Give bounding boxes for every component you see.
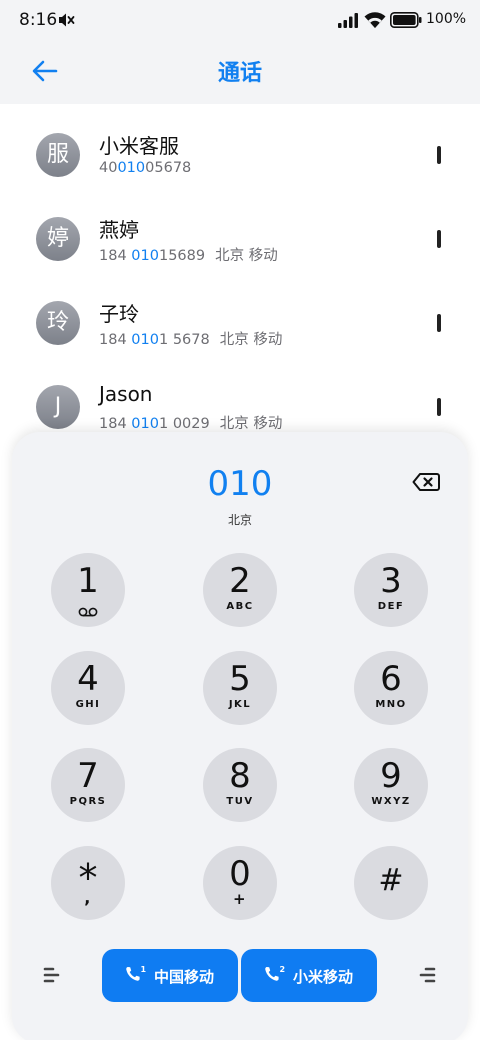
row-scroll-indicator: [437, 146, 441, 164]
contact-name: 小米客服: [99, 134, 179, 158]
mute-icon: [57, 12, 75, 32]
battery-icon: [390, 12, 422, 32]
key-8[interactable]: 8 TUV: [203, 748, 277, 822]
contact-row[interactable]: J Jason 184 0101 0029 北京 移动: [0, 356, 480, 440]
key-5[interactable]: 5 JKL: [203, 651, 277, 725]
key-letters: DEF: [377, 601, 405, 612]
key-letters: JKL: [228, 699, 252, 710]
key-digit: 1: [77, 561, 99, 601]
key-letters: MNO: [375, 699, 407, 710]
dialed-number-location: 北京: [227, 513, 252, 527]
number-suffix: 15689: [158, 248, 206, 264]
avatar: 服: [36, 133, 80, 177]
key-1[interactable]: 1: [51, 553, 125, 627]
dialpad-panel: 010 北京 1 2 ABC 3 DEF 4 GHI 5 JKL 6 MNO 7…: [12, 432, 468, 1040]
key-2[interactable]: 2 ABC: [203, 553, 277, 627]
number-match-highlight: 010: [131, 416, 159, 432]
contact-row[interactable]: 婷 燕婷 184 01015689 北京 移动: [0, 188, 480, 272]
wifi-icon: [364, 11, 386, 33]
contact-number: 184 0101 0029 北京 移动: [99, 412, 282, 433]
contact-name: 燕婷: [99, 218, 139, 242]
dialed-number: 010: [207, 464, 273, 504]
key-letters: PQRS: [69, 796, 107, 807]
key-hash[interactable]: #: [354, 846, 428, 920]
backspace-icon[interactable]: [412, 472, 440, 496]
key-7[interactable]: 7 PQRS: [51, 748, 125, 822]
key-letters: ,: [84, 888, 92, 907]
contact-name: Jason: [99, 382, 153, 406]
avatar: 婷: [36, 217, 80, 261]
key-4[interactable]: 4 GHI: [51, 651, 125, 725]
key-letters: ABC: [226, 601, 254, 612]
header: 通话: [0, 40, 480, 104]
key-digit: 8: [229, 756, 251, 796]
key-letters: TUV: [226, 796, 254, 807]
key-3[interactable]: 3 DEF: [354, 553, 428, 627]
key-digit: 9: [380, 756, 402, 796]
key-digit: 0: [229, 854, 251, 894]
battery-percentage: 100%: [426, 11, 467, 27]
page-title: 通话: [217, 61, 262, 86]
key-star[interactable]: * ,: [51, 846, 125, 920]
key-0[interactable]: 0 +: [203, 846, 277, 920]
number-suffix: 1 5678: [158, 332, 210, 348]
voicemail-icon: [78, 602, 98, 621]
key-letters: GHI: [75, 699, 101, 710]
number-suffix: 05678: [145, 160, 192, 176]
number-prefix: 184: [99, 332, 132, 348]
call-sim1-label: 中国移动: [154, 968, 215, 986]
menu-lines-icon[interactable]: [43, 967, 61, 987]
key-digit: 4: [77, 659, 99, 699]
key-digit: 3: [380, 561, 402, 601]
sim1-number: 1: [141, 965, 147, 974]
row-scroll-indicator: [437, 398, 441, 416]
contact-location: 北京 移动: [215, 248, 278, 264]
menu-lines-right-icon[interactable]: [418, 967, 436, 987]
key-letters: +: [232, 890, 248, 908]
number-match-highlight: 010: [117, 160, 146, 176]
key-digit: 7: [77, 756, 99, 796]
sim2-number: 2: [280, 965, 286, 974]
avatar: 玲: [36, 301, 80, 345]
status-bar: 8:16 100%: [0, 0, 480, 40]
number-match-highlight: 010: [131, 332, 159, 348]
call-sim2-label: 小米移动: [293, 968, 354, 986]
key-9[interactable]: 9 WXYZ: [354, 748, 428, 822]
contact-row[interactable]: 玲 子玲 184 0101 5678 北京 移动: [0, 272, 480, 356]
key-digit: 2: [229, 561, 251, 601]
key-digit: #: [378, 863, 404, 898]
contact-row[interactable]: 服 小米客服 4001005678: [0, 104, 480, 188]
contact-location: 北京 移动: [219, 332, 283, 348]
number-match-highlight: 010: [131, 248, 159, 264]
call-sim2-button[interactable]: 2 小米移动: [241, 949, 377, 1002]
contact-number: 4001005678: [99, 160, 201, 176]
call-sim1-button[interactable]: 1 中国移动: [102, 949, 238, 1002]
contact-location: 北京 移动: [219, 416, 283, 432]
contact-number: 184 0101 5678 北京 移动: [99, 328, 282, 349]
row-scroll-indicator: [437, 314, 441, 332]
contact-number: 184 01015689 北京 移动: [99, 244, 278, 265]
number-prefix: 40: [99, 160, 118, 176]
phone-sim2-icon: 2: [263, 965, 285, 987]
number-prefix: 184: [99, 416, 132, 432]
number-suffix: 1 0029: [158, 416, 210, 432]
signal-icon: [338, 12, 360, 32]
row-scroll-indicator: [437, 230, 441, 248]
status-time: 8:16: [19, 10, 58, 30]
key-digit: 5: [229, 659, 251, 699]
number-prefix: 184: [99, 248, 132, 264]
key-letters: WXYZ: [371, 796, 411, 807]
phone-sim1-icon: 1: [124, 965, 147, 987]
key-6[interactable]: 6 MNO: [354, 651, 428, 725]
avatar: J: [36, 385, 80, 429]
contact-name: 子玲: [99, 302, 139, 326]
key-digit: 6: [380, 659, 402, 699]
